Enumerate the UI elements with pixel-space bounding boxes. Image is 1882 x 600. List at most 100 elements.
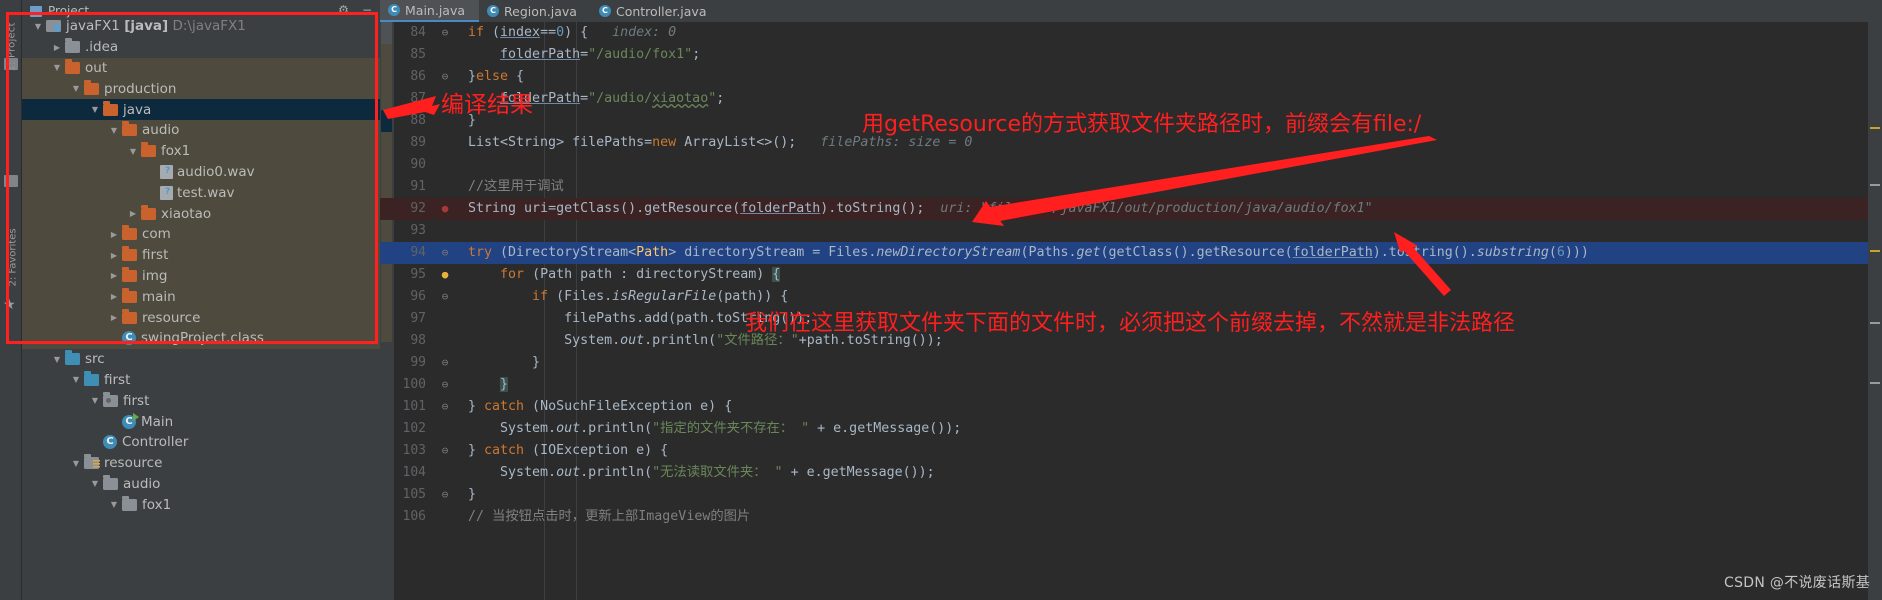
line-number: 102 [402, 421, 426, 436]
tree-row-com[interactable]: ▶ com [22, 223, 380, 245]
tree-row-first[interactable]: ▶ first [22, 244, 380, 266]
line-number: 91 [410, 179, 426, 194]
editor-tab-controller-java[interactable]: C Controller.java [591, 0, 721, 22]
tree-row-out[interactable]: ▼ out [22, 57, 380, 79]
fold-region-end-icon[interactable]: ⊖ [436, 352, 454, 374]
line-number: 98 [410, 333, 426, 348]
chevron-right-icon[interactable]: ▶ [108, 292, 120, 301]
tree-row-label: com [142, 226, 171, 243]
project-file-tree[interactable]: ▼ javaFX1 [java] D:\javaFX1 ▶ .idea ▼ out ▼ pro… [22, 16, 380, 600]
left-tool-strip: 1: Project 2: Favorites ★ [0, 0, 22, 600]
editor-tab-label: Main.java [405, 2, 466, 18]
code-line-100[interactable]: 100 ⊖ } [380, 374, 1882, 396]
tree-row--idea[interactable]: ▶ .idea [22, 37, 380, 58]
fold-region-end-icon[interactable]: ⊖ [436, 374, 454, 396]
code-line-90[interactable]: 90 [380, 154, 1882, 176]
chevron-down-icon[interactable]: ▼ [89, 396, 101, 405]
bookmark-icon[interactable] [4, 175, 18, 187]
code-line-84[interactable]: 84 ⊖ if (index==0) { index: 0 [380, 22, 1882, 44]
tree-row-fox1[interactable]: ▼ fox1 [22, 494, 380, 515]
tree-row-main[interactable]: C Main [22, 411, 380, 432]
chevron-down-icon[interactable]: ▼ [108, 126, 120, 135]
code-line-94[interactable]: 94 ⊖ try (DirectoryStream<Path> directoryS… [380, 242, 1882, 264]
code-line-91[interactable]: 91 //这里用于调试 [380, 176, 1882, 198]
code-line-95[interactable]: 95 ● for (Path path : directoryStream) { [380, 264, 1882, 286]
tree-row-img[interactable]: ▶ img [22, 265, 380, 287]
chevron-down-icon[interactable]: ▼ [70, 84, 82, 93]
editor-tab-label: Controller.java [615, 3, 707, 19]
tree-row-first[interactable]: ▼ first [22, 390, 380, 411]
code-line-106[interactable]: 106 // 当按钮点击时，更新上部ImageView的图片 [380, 506, 1882, 528]
chevron-down-icon[interactable]: ▼ [32, 22, 44, 31]
fold-region-icon[interactable]: ⊖ [436, 286, 454, 308]
tree-row-label: Controller [122, 434, 189, 451]
star-icon[interactable]: ★ [3, 298, 16, 312]
tree-row-audio0-wav[interactable]: audio0.wav [22, 161, 380, 183]
tree-row-audio[interactable]: ▼ audio [22, 474, 380, 495]
fold-region-end-icon[interactable]: ⊖ [436, 484, 454, 506]
chevron-down-icon[interactable]: ▼ [70, 459, 82, 468]
tree-row-javafx1-[interactable]: ▼ javaFX1 [java] D:\javaFX1 [22, 16, 380, 37]
chevron-down-icon[interactable]: ▼ [89, 479, 101, 488]
code-line-86[interactable]: 86 ⊖}else { [380, 66, 1882, 88]
fold-region-icon[interactable]: ⊖ [436, 242, 454, 264]
code-line-101[interactable]: 101 ⊖} catch (NoSuchFileException e) { [380, 396, 1882, 418]
code-line-105[interactable]: 105 ⊖} [380, 484, 1882, 506]
code-line-85[interactable]: 85 folderPath="/audio/fox1"; [380, 44, 1882, 66]
chevron-right-icon[interactable]: ▶ [108, 313, 120, 322]
tree-row-fox1[interactable]: ▼ fox1 [22, 140, 380, 162]
tree-row-first[interactable]: ▼ first [22, 370, 380, 391]
editor-tab-bar[interactable]: C Main.java C Region.java C Controller.java [380, 0, 1882, 22]
code-line-92[interactable]: 92 ● String uri=getClass().getResource(fol… [380, 198, 1882, 220]
chevron-right-icon[interactable]: ▶ [108, 271, 120, 280]
editor-tab-region-java[interactable]: C Region.java [479, 0, 591, 22]
chevron-right-icon[interactable]: ▶ [108, 230, 120, 239]
fold-region-icon[interactable]: ⊖ [436, 22, 454, 44]
tree-row-label: xiaotao [161, 205, 212, 222]
line-number: 105 [402, 487, 426, 502]
fold-region-end-icon[interactable]: ⊖ [436, 440, 454, 462]
chevron-down-icon[interactable]: ▼ [108, 500, 120, 509]
tool-button-favorites[interactable]: 2: Favorites [8, 215, 19, 286]
chevron-down-icon[interactable]: ▼ [70, 375, 82, 384]
chevron-down-icon[interactable]: ▼ [127, 147, 139, 156]
code-line-102[interactable]: 102 System.out.println("指定的文件夹不存在： " + e… [380, 418, 1882, 440]
code-line-103[interactable]: 103 ⊖} catch (IOException e) { [380, 440, 1882, 462]
chevron-down-icon[interactable]: ▼ [51, 355, 63, 364]
java-file-icon: C [388, 4, 400, 16]
minimize-icon[interactable]: − [362, 3, 372, 17]
tree-row-resource[interactable]: ▼ resource [22, 453, 380, 474]
chevron-right-icon[interactable]: ▶ [127, 209, 139, 218]
chevron-right-icon[interactable]: ▶ [51, 43, 63, 52]
tree-row-label: java [123, 101, 152, 118]
tree-row-swingproject-class[interactable]: CswingProject.class [22, 327, 380, 349]
editor-tab-main-java[interactable]: C Main.java [380, 0, 480, 22]
fold-region-icon[interactable]: ⊖ [436, 396, 454, 418]
tree-row-src[interactable]: ▼ src [22, 349, 380, 370]
structure-icon[interactable] [4, 58, 18, 70]
code-line-104[interactable]: 104 System.out.println("无法读取文件夹： " + e.g… [380, 462, 1882, 484]
chevron-down-icon[interactable]: ▼ [51, 63, 63, 72]
tree-row-resource[interactable]: ▶ resource [22, 307, 380, 328]
gray-folder-icon [65, 38, 80, 54]
editor-error-stripe[interactable] [1868, 22, 1882, 600]
chevron-down-icon[interactable]: ▼ [89, 105, 101, 114]
annotation-compile-result: 编译结果 [441, 92, 533, 118]
tree-row-label: javaFX1 [java] D:\javaFX1 [66, 18, 246, 35]
line-number: 97 [410, 311, 426, 326]
tree-row-java[interactable]: ▼ java [22, 99, 380, 120]
tree-row-xiaotao[interactable]: ▶ xiaotao [22, 203, 380, 224]
tree-row-main[interactable]: ▶ main [22, 286, 380, 308]
chevron-right-icon[interactable]: ▶ [108, 251, 120, 260]
tree-row-production[interactable]: ▼ production [22, 78, 380, 100]
intention-bulb-icon[interactable]: ● [436, 264, 454, 286]
orange-folder-icon [141, 204, 156, 220]
code-line-99[interactable]: 99 ⊖ } [380, 352, 1882, 374]
line-number: 92 [410, 201, 426, 216]
breakpoint-icon[interactable]: ● [436, 198, 454, 220]
code-line-93[interactable]: 93 [380, 220, 1882, 242]
tree-row-controller[interactable]: C Controller [22, 432, 380, 453]
gear-icon[interactable]: ⚙ [338, 3, 349, 17]
tree-row-test-wav[interactable]: test.wav [22, 182, 380, 204]
tree-row-audio[interactable]: ▼ audio [22, 119, 380, 141]
